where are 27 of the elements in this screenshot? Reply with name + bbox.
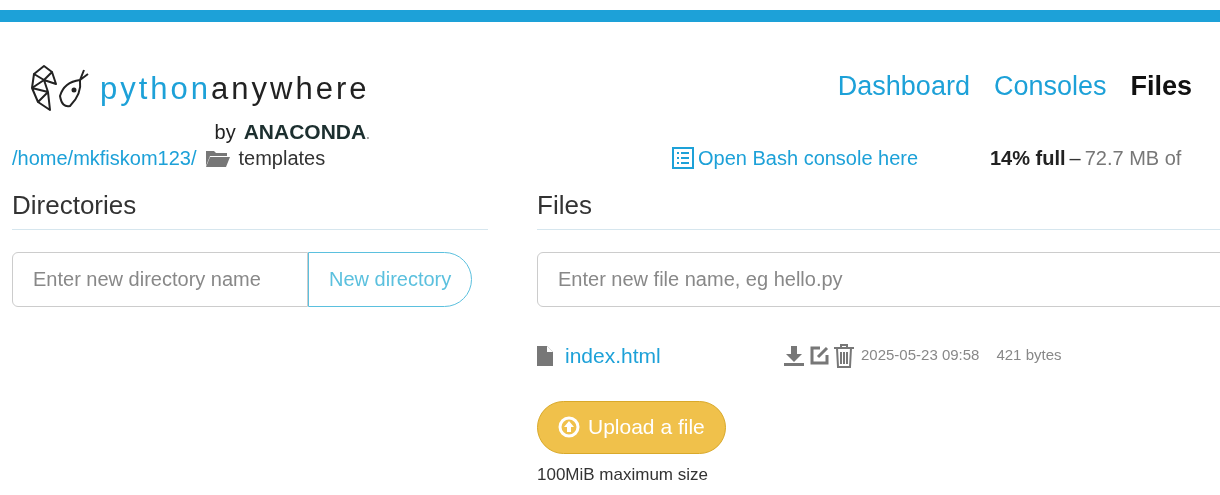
file-size: 421 bytes: [996, 345, 1062, 366]
logo-brand: ANACONDA.: [243, 119, 370, 145]
current-folder: templates: [238, 145, 326, 171]
section-heading: Directories: [12, 185, 488, 230]
edit-icon[interactable]: [808, 344, 830, 367]
file-name-field[interactable]: Enter new file name, eg hello.py: [537, 251, 1220, 307]
list-icon: [672, 146, 694, 169]
file-icon: [537, 345, 553, 366]
upload-icon: [558, 416, 580, 438]
usage-dash: –: [1069, 145, 1081, 171]
directory-name-field[interactable]: Enter new directory name: [12, 251, 308, 307]
section-heading: Files: [537, 185, 1220, 230]
upload-note: 100MiB maximum size: [537, 463, 709, 486]
bash-console-link[interactable]: Open Bash console here: [672, 142, 990, 173]
breadcrumb-path[interactable]: /home/mkfiskom123/: [12, 142, 197, 173]
nav-link[interactable]: Consoles: [993, 66, 1107, 107]
logo-wordmark: pythonanywhere: [100, 72, 370, 104]
logo-by: by: [214, 120, 236, 145]
nav-link[interactable]: Files: [1130, 66, 1192, 107]
file-date: 2025-05-23 09:58: [861, 345, 980, 366]
download-icon[interactable]: [783, 344, 805, 367]
upload-button[interactable]: Upload a file: [537, 400, 726, 454]
usage-amount: 72.7 MB of: [1084, 145, 1182, 171]
usage-percent: 14% full: [990, 145, 1066, 171]
nav-link[interactable]: Dashboard: [837, 66, 970, 107]
file-link[interactable]: index.html: [565, 339, 661, 372]
trash-icon[interactable]: [833, 343, 855, 368]
